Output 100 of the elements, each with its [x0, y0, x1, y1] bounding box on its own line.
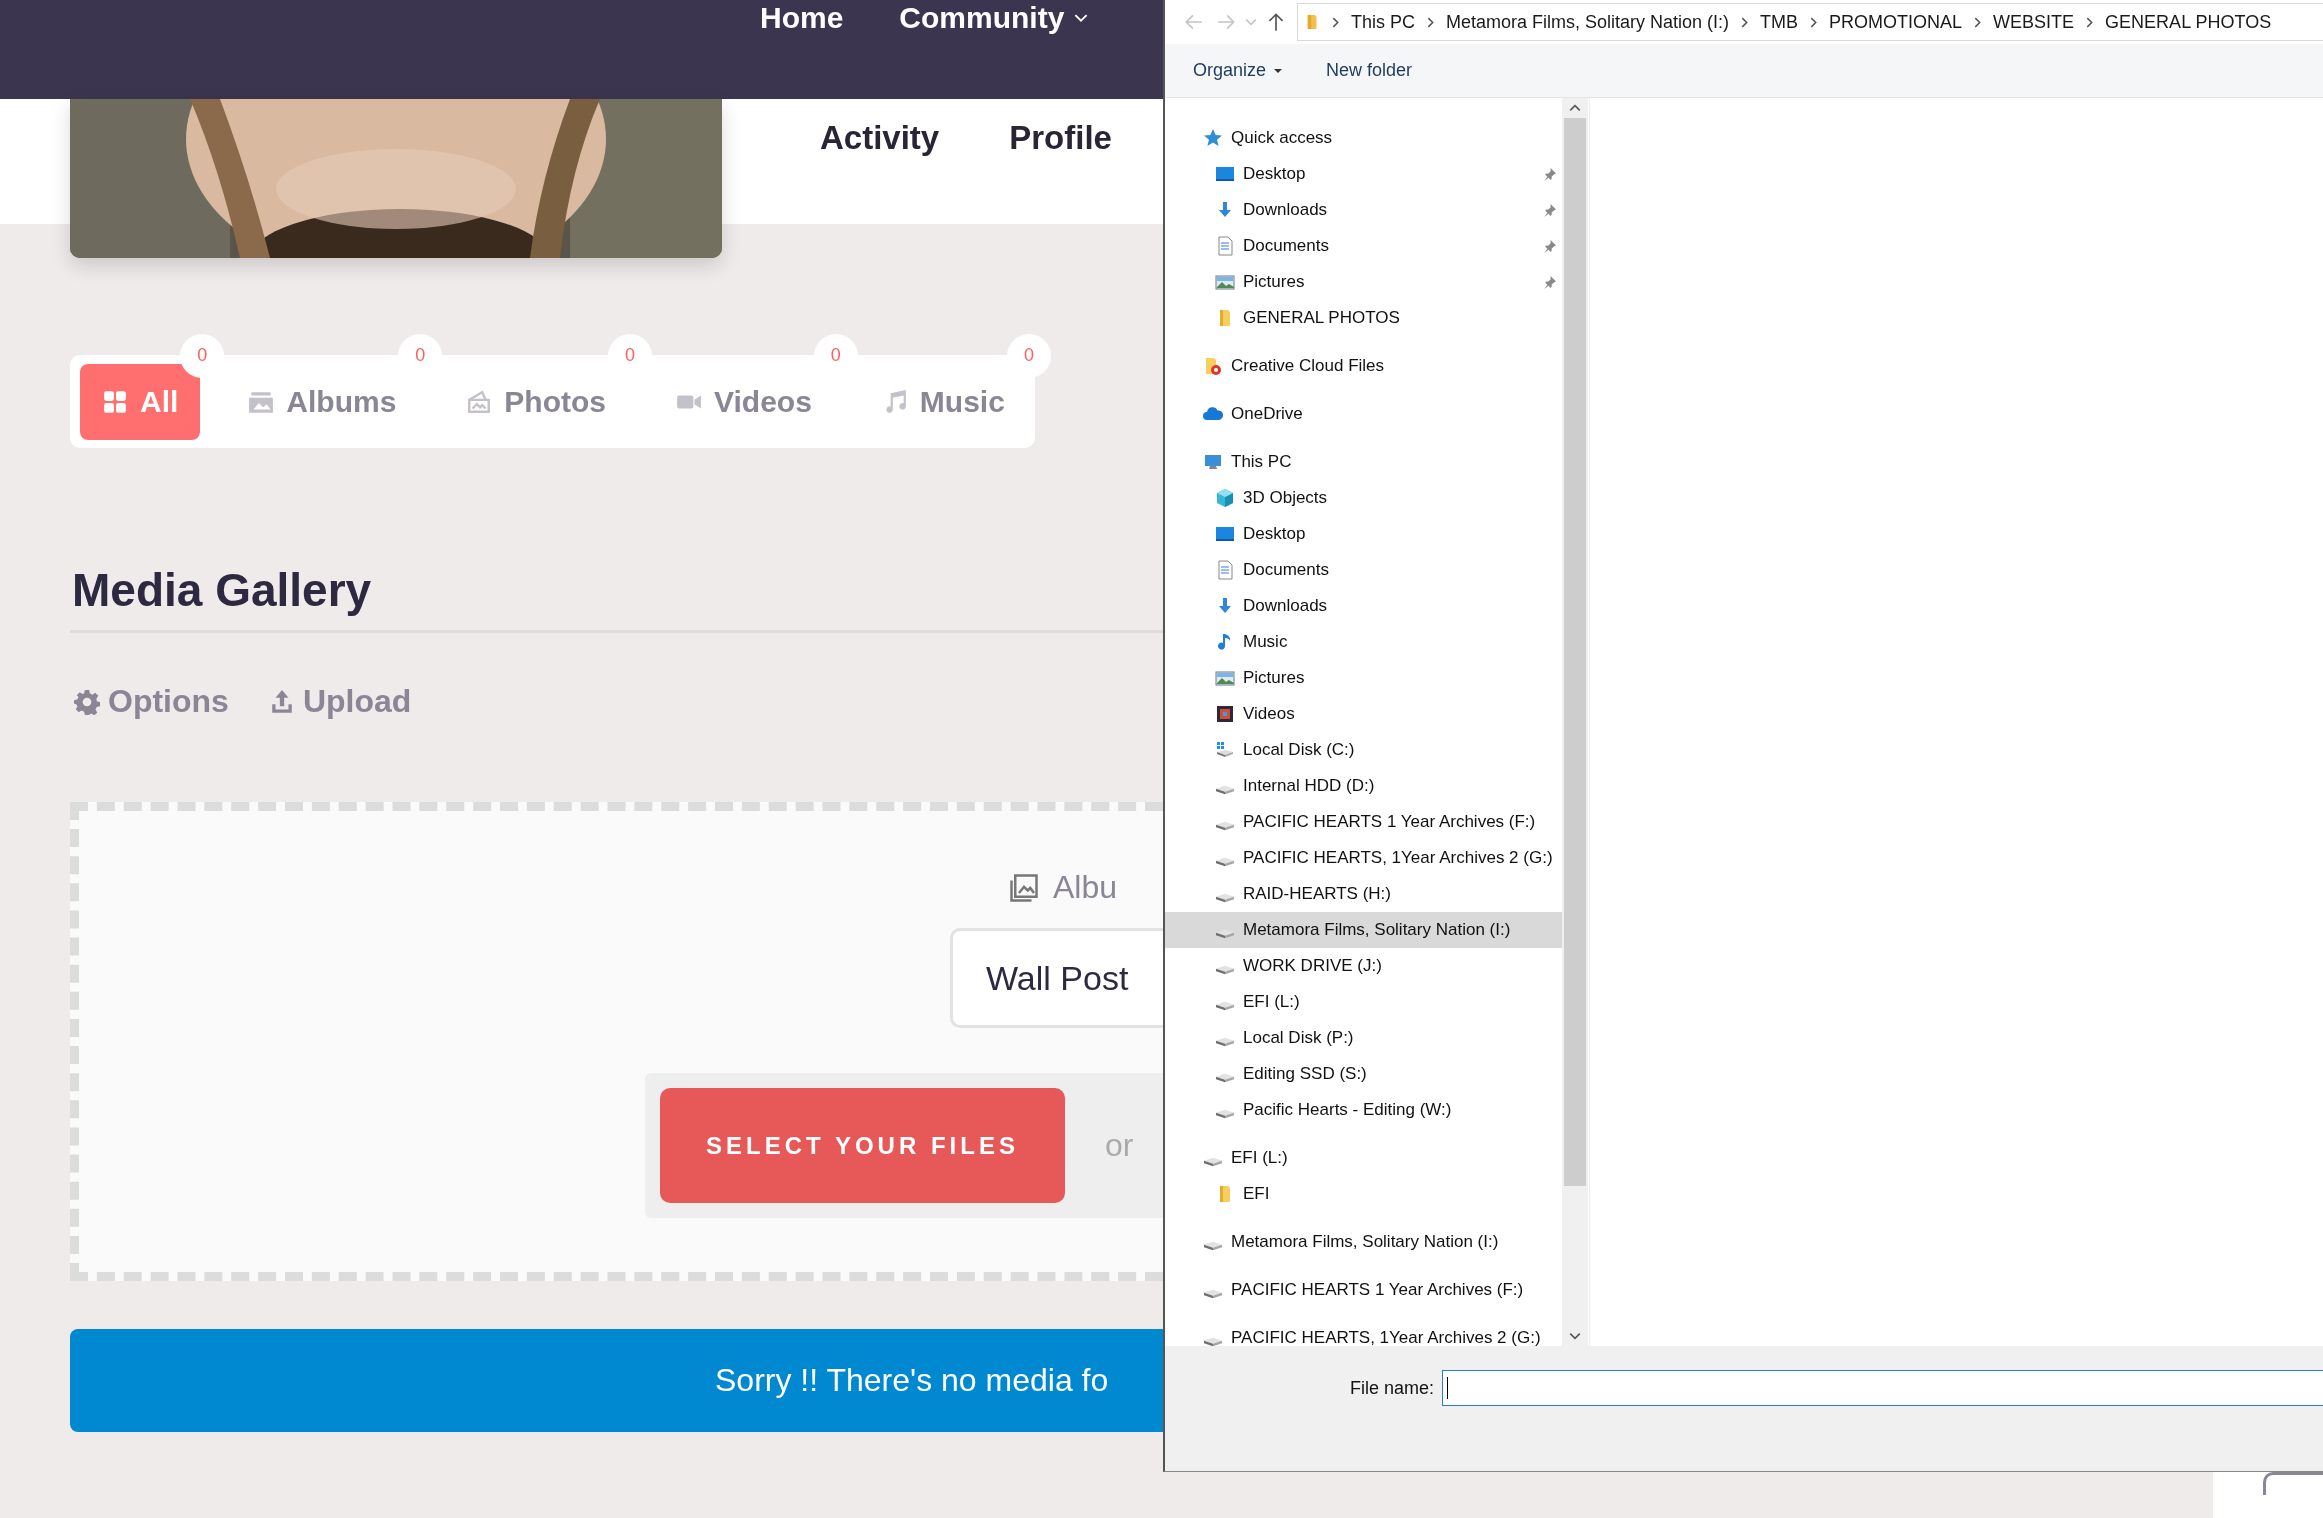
tree-item[interactable]: Metamora Films, Solitary Nation (I:) [1165, 1224, 1562, 1260]
tree-item[interactable]: Downloads [1165, 192, 1562, 228]
drive-icon [1215, 785, 1235, 795]
tree-item[interactable]: Internal HDD (D:) [1165, 768, 1562, 804]
breadcrumb-item[interactable]: PROMOTIONAL [1829, 11, 1963, 33]
profile-tab[interactable]: Activity [820, 119, 940, 157]
tree-item[interactable]: Local Disk (P:) [1165, 1020, 1562, 1056]
tree-item[interactable]: This PC [1165, 444, 1562, 480]
pc-icon [1203, 452, 1223, 472]
pin-icon[interactable] [1543, 167, 1556, 181]
tree-item[interactable]: Quick access [1165, 120, 1562, 156]
desktop-icon [1215, 524, 1235, 544]
tree-item[interactable]: PACIFIC HEARTS 1 Year Archives (F:) [1165, 1272, 1562, 1308]
drive-icon [1215, 857, 1235, 867]
tree-item[interactable]: Pacific Hearts - Editing (W:) [1165, 1092, 1562, 1128]
breadcrumb-item[interactable]: This PC [1351, 11, 1415, 33]
toolbar-button[interactable]: Organize [1193, 60, 1283, 81]
drive-icon [1203, 1241, 1223, 1251]
tree-item[interactable]: Metamora Films, Solitary Nation (I:) [1165, 912, 1562, 948]
address-bar[interactable]: This PC Metamora Films, Solitary Nation (I:) TMB PROMOTIONAL WEBSITE GENERAL PHOTOS [1297, 3, 2323, 41]
drive-icon [1203, 1337, 1223, 1346]
pin-icon[interactable] [1543, 239, 1556, 253]
drive-icon [1203, 1157, 1223, 1167]
tree-item[interactable]: Desktop [1165, 516, 1562, 552]
tree-item[interactable]: EFI (L:) [1165, 984, 1562, 1020]
pictures-icon [1215, 272, 1235, 292]
documents-icon [1215, 236, 1235, 256]
star-icon [1203, 128, 1223, 148]
gallery-icon [1009, 872, 1039, 903]
video-icon [1215, 704, 1235, 724]
chevron-down-icon [1074, 13, 1089, 23]
select-files-button[interactable]: SELECT YOUR FILES [660, 1088, 1065, 1203]
tree-item[interactable]: Videos [1165, 696, 1562, 732]
tree-item[interactable]: Editing SSD (S:) [1165, 1056, 1562, 1092]
file-name-field[interactable] [1442, 1370, 2323, 1406]
drive-icon [1215, 1037, 1235, 1047]
drive-icon [1215, 1109, 1235, 1119]
breadcrumb-item[interactable]: TMB [1760, 11, 1799, 33]
tree-item[interactable]: 3D Objects [1165, 480, 1562, 516]
pin-icon[interactable] [1543, 275, 1556, 289]
tree-item[interactable]: PACIFIC HEARTS 1 Year Archives (F:) [1165, 804, 1562, 840]
pin-icon[interactable] [1543, 203, 1556, 217]
caret-icon [1274, 68, 1283, 73]
scroll-up-icon[interactable] [1569, 104, 1581, 112]
tree-item[interactable]: WORK DRIVE (J:) [1165, 948, 1562, 984]
grid-icon [102, 388, 128, 415]
breadcrumb-item[interactable]: Metamora Films, Solitary Nation (I:) [1446, 11, 1730, 33]
chevron-right-icon [1427, 16, 1434, 28]
settings-icon [74, 688, 100, 715]
chevron-right-icon [2086, 16, 2094, 28]
folder-icon [1306, 12, 1320, 32]
cloud-folder-icon [1203, 356, 1223, 376]
tree-item[interactable]: PACIFIC HEARTS, 1Year Archives 2 (G:) [1165, 1320, 1562, 1346]
desktop-icon [1215, 164, 1235, 184]
tree-item[interactable]: Desktop [1165, 156, 1562, 192]
scrollbar[interactable] [1562, 98, 1588, 1346]
tree-item[interactable]: EFI (L:) [1165, 1140, 1562, 1176]
tree-item[interactable]: Pictures [1165, 660, 1562, 696]
album-label: Albu [1053, 869, 1118, 906]
tree-item[interactable]: Local Disk (C:) [1165, 732, 1562, 768]
chevron-right-icon [1741, 16, 1749, 28]
chevron-right-icon [1810, 16, 1818, 28]
documents-icon [1215, 560, 1235, 580]
gallery-title: Media Gallery [72, 563, 373, 618]
empty-notice: Sorry !! There's no media fo [70, 1329, 1163, 1432]
tree-item[interactable]: OneDrive [1165, 396, 1562, 432]
toolbar-button[interactable]: New folder [1326, 60, 1413, 81]
tree-item[interactable]: GENERAL PHOTOS [1165, 300, 1562, 336]
tree-item[interactable]: Music [1165, 624, 1562, 660]
drive-icon [1215, 893, 1235, 903]
tree-item[interactable]: Downloads [1165, 588, 1562, 624]
tree-item[interactable]: Documents [1165, 552, 1562, 588]
tree-item[interactable]: EFI [1165, 1176, 1562, 1212]
chevron-right-icon [1974, 16, 1982, 28]
count-badge: 0 [1006, 333, 1051, 378]
cube-icon [1215, 488, 1235, 508]
album-select[interactable]: Wall Post [950, 928, 1163, 1028]
tree-item[interactable]: PACIFIC HEARTS, 1Year Archives 2 (G:) [1165, 840, 1562, 876]
drive-icon [1215, 965, 1235, 975]
tree-item[interactable]: Documents [1165, 228, 1562, 264]
nav-link[interactable]: Home [760, 0, 844, 36]
drive-icon [1215, 821, 1235, 831]
scroll-thumb[interactable] [1564, 118, 1586, 1186]
drive-icon [1215, 1073, 1235, 1083]
scroll-down-icon[interactable] [1569, 1332, 1581, 1340]
system-drive-icon [1215, 740, 1235, 760]
chevron-down-icon[interactable] [1245, 18, 1257, 26]
breadcrumb-item[interactable]: WEBSITE [1993, 11, 2075, 33]
tree-item[interactable]: Creative Cloud Files [1165, 348, 1562, 384]
nav-link[interactable]: Community [899, 0, 1089, 36]
drive-icon [1215, 1001, 1235, 1011]
tree-item[interactable]: Pictures [1165, 264, 1562, 300]
profile-tab[interactable]: Profile [1009, 119, 1112, 157]
or-text: or [1105, 1127, 1134, 1164]
breadcrumb-item[interactable]: GENERAL PHOTOS [2105, 11, 2272, 33]
drive-icon [1215, 929, 1235, 939]
panel-button[interactable] [2263, 1472, 2323, 1495]
chevron-right-icon [1332, 16, 1339, 28]
photo-icon [466, 388, 493, 415]
tree-item[interactable]: RAID-HEARTS (H:) [1165, 876, 1562, 912]
